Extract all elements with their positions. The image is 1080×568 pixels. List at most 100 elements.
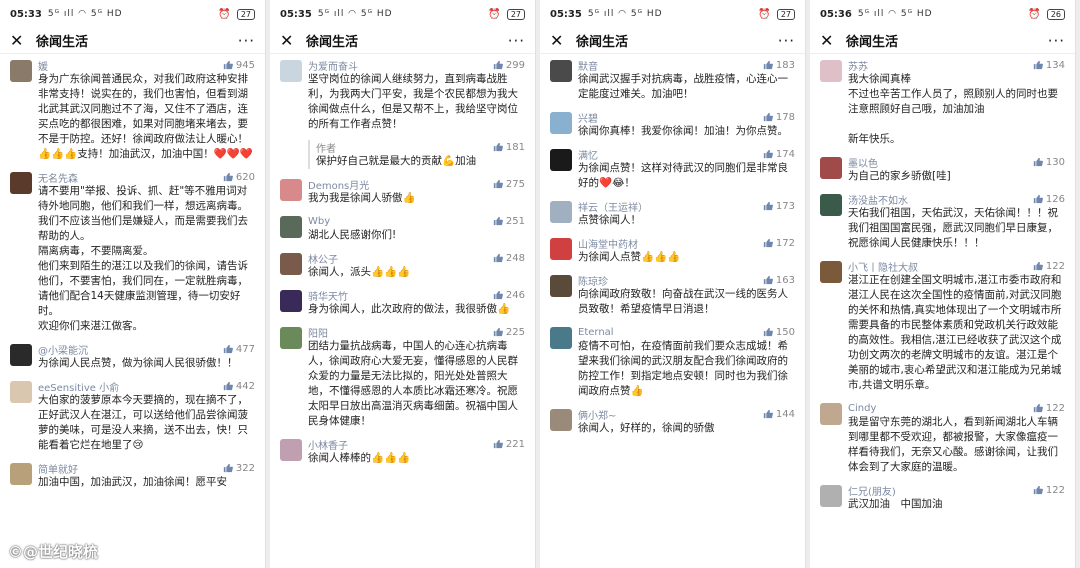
avatar[interactable] [10,344,32,366]
like-button[interactable]: 477 [223,344,255,355]
avatar[interactable] [550,238,572,260]
thumbs-up-icon [493,290,503,300]
commenter-nickname[interactable]: 满忆 [578,147,598,162]
commenter-nickname[interactable]: @小梁能沉 [38,342,88,357]
like-button[interactable]: 173 [763,201,795,212]
avatar[interactable] [280,60,302,82]
commenter-nickname[interactable]: 骑华天竹 [308,288,348,303]
commenter-nickname[interactable]: 简单就好 [38,461,78,476]
more-options-icon[interactable]: ··· [1048,32,1065,50]
more-options-icon[interactable]: ··· [778,32,795,50]
like-button[interactable]: 620 [223,172,255,183]
commenter-nickname[interactable]: 兴碧 [578,110,598,125]
like-button[interactable]: 183 [763,60,795,71]
status-bar: 05:36 5ᴳ ıll ◠ 5ᴳ HD ⏰ 26 [810,0,1075,28]
like-button[interactable]: 246 [493,290,525,301]
avatar[interactable] [280,216,302,238]
like-button[interactable]: 126 [1033,194,1065,205]
commenter-nickname[interactable]: Cindy [848,403,876,414]
like-button[interactable]: 275 [493,179,525,190]
commenter-nickname[interactable]: 为爱而奋斗 [308,58,358,73]
commenter-nickname[interactable]: Demons月光 [308,177,369,192]
close-icon[interactable]: ✕ [820,31,840,50]
comment-text: 徐闻人棒棒的👍👍👍 [308,452,411,464]
commenter-nickname[interactable]: 祥云（王运祥） [578,199,648,214]
avatar[interactable] [280,439,302,461]
close-icon[interactable]: ✕ [550,31,570,50]
comment-item: 祥云（王运祥） 173 点赞徐闻人！ [550,199,795,228]
commenter-nickname[interactable]: 苏苏 [848,58,868,73]
more-options-icon[interactable]: ··· [238,32,255,50]
avatar[interactable] [820,261,842,283]
avatar[interactable] [820,485,842,507]
close-icon[interactable]: ✕ [10,31,30,50]
avatar[interactable] [10,381,32,403]
like-button[interactable]: 945 [223,60,255,71]
comment-text: 请不要用"举报、投诉、抓、赶"等不雅用词对待外地同胞，他们和我们一样，想远离病毒… [38,185,248,332]
avatar[interactable] [820,194,842,216]
avatar[interactable] [550,60,572,82]
comment-item: 为爱而奋斗 299 坚守岗位的徐闻人继续努力，直到病毒战胜利，为我两大门平安，我… [280,58,525,132]
like-button[interactable]: 225 [493,327,525,338]
commenter-nickname[interactable]: 小林香子 [308,437,348,452]
commenter-nickname[interactable]: 无名先森 [38,170,78,185]
avatar[interactable] [820,60,842,82]
commenter-nickname[interactable]: eeSensitive 小俞 [38,379,119,394]
like-button[interactable]: 322 [223,463,255,474]
commenter-nickname[interactable]: Wby [308,216,330,227]
commenter-nickname[interactable]: 林公子 [308,251,338,266]
avatar[interactable] [550,112,572,134]
close-icon[interactable]: ✕ [280,31,300,50]
commenter-nickname[interactable]: 墨以色 [848,155,878,170]
avatar[interactable] [280,253,302,275]
like-button[interactable]: 299 [493,60,525,71]
commenter-nickname[interactable]: Eternal [578,327,614,338]
more-options-icon[interactable]: ··· [508,32,525,50]
like-button[interactable]: 174 [763,149,795,160]
thumbs-up-icon [763,149,773,159]
avatar[interactable] [550,409,572,431]
avatar[interactable] [550,201,572,223]
commenter-nickname[interactable]: 仁兄(朋友) [848,483,896,498]
commenter-nickname[interactable]: 山海堂中药材 [578,236,638,251]
avatar[interactable] [10,463,32,485]
commenter-nickname[interactable]: 默音 [578,58,598,73]
commenter-nickname[interactable]: 小飞丨隐社大叔 [848,259,918,274]
avatar[interactable] [550,149,572,171]
like-button[interactable]: 221 [493,439,525,450]
avatar[interactable] [10,60,32,82]
comment-text: 我是留守东莞的湖北人，看到新闻湖北人车辆到哪里都不受欢迎，都被报警，大家像瘟疫一… [848,416,1058,473]
commenter-nickname[interactable]: 媛 [38,58,48,73]
like-button[interactable]: 134 [1033,60,1065,71]
like-button[interactable]: 178 [763,112,795,123]
like-button[interactable]: 442 [223,381,255,392]
like-button[interactable]: 122 [1033,485,1065,496]
like-button[interactable]: 144 [763,409,795,420]
avatar[interactable] [10,172,32,194]
like-button[interactable]: 163 [763,275,795,286]
avatar[interactable] [280,290,302,312]
commenter-nickname[interactable]: 汤没盐不如水 [848,192,908,207]
like-button[interactable]: 181 [493,142,525,153]
avatar[interactable] [550,275,572,297]
avatar[interactable] [820,157,842,179]
phone-screen: 05:33 5ᴳ ıll ◠ 5ᴳ HD ⏰ 27 ✕ 徐闻生活 ··· 媛 94… [0,0,266,568]
like-button[interactable]: 248 [493,253,525,264]
avatar[interactable] [550,327,572,349]
avatar[interactable] [280,179,302,201]
screenshot-row: 05:33 5ᴳ ıll ◠ 5ᴳ HD ⏰ 27 ✕ 徐闻生活 ··· 媛 94… [0,0,1080,568]
commenter-nickname[interactable]: 阳阳 [308,325,328,340]
commenter-nickname[interactable]: 俩小郑~ [578,407,616,422]
avatar[interactable] [820,403,842,425]
like-button[interactable]: 122 [1033,403,1065,414]
commenter-nickname[interactable]: 陈琼珍 [578,273,608,288]
like-button[interactable]: 130 [1033,157,1065,168]
like-button[interactable]: 150 [763,327,795,338]
thumbs-up-icon [1033,485,1043,495]
comment-item: Cindy 122 我是留守东莞的湖北人，看到新闻湖北人车辆到哪里都不受欢迎，都… [820,401,1065,475]
like-button[interactable]: 172 [763,238,795,249]
like-count: 181 [505,141,525,153]
like-button[interactable]: 122 [1033,261,1065,272]
like-button[interactable]: 251 [493,216,525,227]
avatar[interactable] [280,327,302,349]
